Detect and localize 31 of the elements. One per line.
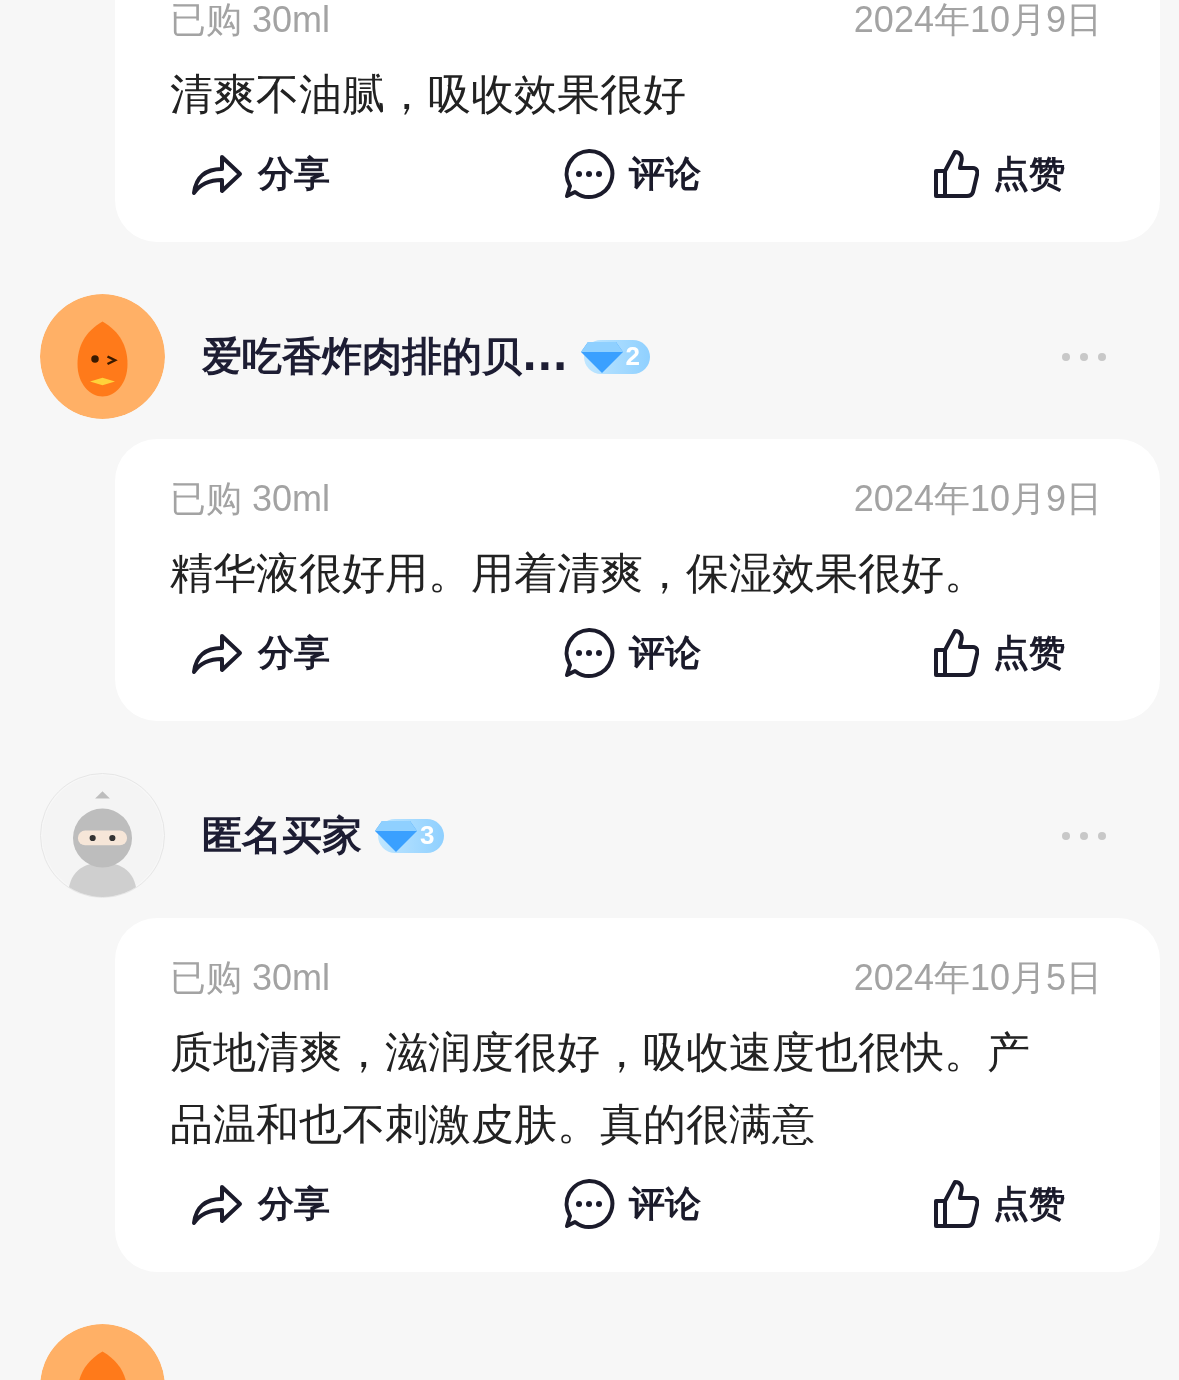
thumbs-up-icon — [933, 1179, 979, 1229]
like-button[interactable]: 点赞 — [933, 1174, 1065, 1234]
comment-button[interactable]: 评论 — [562, 144, 701, 204]
thumbs-up-icon — [933, 628, 979, 678]
purchase-spec: 已购 30ml — [170, 477, 331, 521]
user-name: 爱吃香炸肉排的贝... — [202, 332, 568, 381]
share-button[interactable]: 分享 — [190, 144, 330, 204]
review-date: 2024年10月9日 — [853, 477, 1102, 521]
comment-button[interactable]: 评论 — [562, 1174, 701, 1234]
avatar[interactable] — [40, 294, 165, 419]
comment-icon — [562, 148, 615, 200]
review-text: 精华液很好用。用着清爽，保湿效果很好。 — [170, 547, 988, 600]
thumbs-up-icon — [933, 149, 979, 199]
comment-icon — [562, 1178, 615, 1230]
more-icon[interactable] — [1061, 351, 1107, 362]
review-date: 2024年10月5日 — [853, 956, 1102, 1000]
more-icon[interactable] — [1061, 830, 1107, 841]
level-badge: 3 — [378, 818, 445, 853]
comment-icon — [562, 627, 615, 679]
level-badge: 2 — [583, 339, 651, 374]
share-button[interactable]: 分享 — [190, 623, 330, 683]
review-date: 2024年10月9日 — [853, 0, 1102, 42]
like-button[interactable]: 点赞 — [933, 623, 1065, 683]
review-text: 质地清爽，滋润度很好，吸收速度也很快。产品温和也不刺激皮肤。真的很满意 — [170, 1026, 1031, 1151]
review-text: 清爽不油腻，吸收效果很好 — [170, 68, 687, 121]
like-button[interactable]: 点赞 — [933, 144, 1065, 204]
purchase-spec: 已购 30ml — [170, 0, 331, 42]
share-button[interactable]: 分享 — [190, 1174, 330, 1234]
comment-button[interactable]: 评论 — [562, 623, 701, 683]
user-name: 匿名买家 — [202, 811, 362, 860]
purchase-spec: 已购 30ml — [170, 956, 331, 1000]
